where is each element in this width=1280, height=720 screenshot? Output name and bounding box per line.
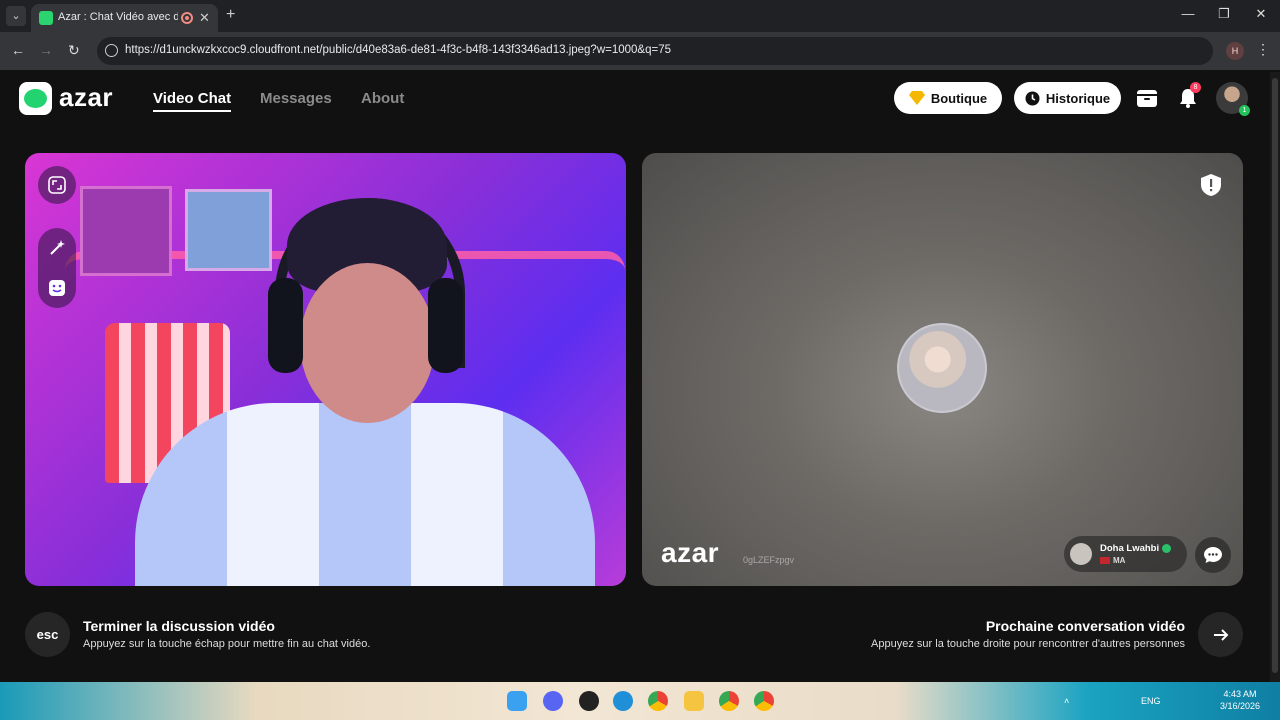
partner-info-chip[interactable]: Doha Lwahbi MA <box>1064 536 1187 572</box>
azar-logo-text[interactable]: azar <box>59 82 113 113</box>
back-icon[interactable]: ← <box>11 42 25 58</box>
avatar-badge: 1 <box>1239 105 1250 116</box>
partner-name: Doha Lwahbi <box>1100 543 1160 554</box>
expand-button[interactable] <box>38 166 76 204</box>
partner-video: azar 0gLZEFzpgv Doha Lwahbi MA <box>642 153 1243 586</box>
next-chat-subtitle: Appuyez sur la touche droite pour rencon… <box>871 638 1185 650</box>
end-chat-button[interactable]: esc <box>25 612 70 657</box>
windows-start-icon[interactable] <box>507 691 527 711</box>
wall-frame <box>185 189 272 271</box>
inbox-icon[interactable] <box>1135 86 1159 110</box>
azar-app: azar Video Chat Messages About Boutique … <box>0 70 1280 682</box>
clock-icon <box>1025 91 1040 105</box>
chrome-icon[interactable] <box>648 691 668 711</box>
person-face <box>300 263 435 423</box>
site-info-icon[interactable] <box>105 44 118 57</box>
verified-icon <box>1162 543 1172 553</box>
partner-avatar <box>1070 543 1092 565</box>
discord-icon[interactable] <box>543 691 563 711</box>
partner-country: MA <box>1113 556 1126 565</box>
windows-taskbar: ˄ ENG 4:43 AM 3/16/2026 <box>0 682 1280 720</box>
partner-name-row: Doha Lwahbi <box>1100 543 1172 554</box>
wall-frame <box>80 186 172 276</box>
end-chat-subtitle: Appuyez sur la touche échap pour mettre … <box>83 638 371 650</box>
self-video <box>25 153 626 586</box>
historique-button[interactable]: Historique <box>1014 82 1121 114</box>
new-tab-plus-icon[interactable]: + <box>226 6 235 24</box>
headphone-cup <box>428 278 463 373</box>
azar-favicon-icon <box>39 11 53 25</box>
flag-icon <box>1100 557 1110 565</box>
file-explorer-icon[interactable] <box>684 691 704 711</box>
browser-tab-bar: ⌄ Azar : Chat Vidéo avec de n ✕ + — ❐ ✕ <box>0 0 1280 32</box>
window-minimize-icon[interactable]: — <box>1178 6 1198 21</box>
notification-badge: 8 <box>1190 82 1201 93</box>
historique-label: Historique <box>1045 90 1111 106</box>
expand-icon <box>48 176 66 194</box>
azar-logo-icon[interactable] <box>19 82 52 115</box>
forward-icon[interactable]: → <box>39 42 53 58</box>
reload-icon[interactable]: ↻ <box>68 42 80 59</box>
logo-bubble <box>24 89 47 108</box>
effects-toolbar <box>38 228 76 308</box>
next-chat-title: Prochaine conversation vidéo <box>985 618 1185 634</box>
nav-about[interactable]: About <box>361 90 404 107</box>
chat-button[interactable] <box>1195 537 1231 573</box>
face-filter-icon[interactable] <box>48 279 66 297</box>
tab-search-chevron-down-icon[interactable]: ⌄ <box>6 6 26 26</box>
partner-profile-photo <box>897 323 987 413</box>
chrome-active-icon[interactable] <box>754 691 774 711</box>
browser-menu-icon[interactable]: ⋮ <box>1256 41 1270 58</box>
next-chat-button[interactable] <box>1198 612 1243 657</box>
partner-country-row: MA <box>1100 556 1125 565</box>
chat-bubble-icon <box>1204 547 1222 563</box>
obs-icon[interactable] <box>579 691 599 711</box>
magic-wand-icon[interactable] <box>48 239 66 257</box>
tray-chevron-icon[interactable]: ˄ <box>1064 696 1069 706</box>
nav-messages[interactable]: Messages <box>260 90 332 107</box>
clock-time: 4:43 AM <box>1223 689 1257 699</box>
url-text[interactable]: https://d1unckwzkxcoc9.cloudfront.net/pu… <box>125 44 671 56</box>
scrollbar-thumb[interactable] <box>1272 78 1278 673</box>
chrome-profile-icon[interactable] <box>719 691 739 711</box>
end-chat-title: Terminer la discussion vidéo <box>83 618 275 634</box>
user-avatar[interactable]: 1 <box>1216 82 1250 116</box>
recording-icon <box>181 12 193 24</box>
url-input[interactable]: https://d1unckwzkxcoc9.cloudfront.net/pu… <box>97 37 1213 65</box>
address-bar: ← → ↻ https://d1unckwzkxcoc9.cloudfront.… <box>0 32 1280 70</box>
page-scrollbar[interactable] <box>1270 72 1280 682</box>
azar-watermark: azar <box>661 537 720 568</box>
edge-icon[interactable] <box>613 691 633 711</box>
clock-date: 3/16/2026 <box>1220 701 1261 711</box>
tab-title: Azar : Chat Vidéo avec de n <box>58 11 178 23</box>
arrow-right-icon <box>1213 628 1228 641</box>
notification-button[interactable]: 8 <box>1176 82 1201 110</box>
tab-close-icon[interactable]: ✕ <box>199 10 210 26</box>
boutique-label: Boutique <box>930 90 988 106</box>
boutique-button[interactable]: Boutique <box>894 82 1002 114</box>
browser-tab[interactable]: Azar : Chat Vidéo avec de n ✕ <box>31 4 218 32</box>
report-shield-icon[interactable] <box>1200 173 1222 197</box>
gem-icon <box>908 91 925 105</box>
window-close-icon[interactable]: ✕ <box>1251 6 1271 22</box>
headphone-cup <box>268 278 303 373</box>
language-indicator[interactable]: ENG <box>1141 696 1161 706</box>
system-clock[interactable]: 4:43 AM 3/16/2026 <box>1220 688 1260 712</box>
person-shirt <box>135 403 595 586</box>
nav-video-chat[interactable]: Video Chat <box>153 90 232 112</box>
window-restore-icon[interactable]: ❐ <box>1214 6 1234 22</box>
session-id: 0gLZEFzpgv <box>743 555 795 565</box>
profile-avatar[interactable]: H <box>1226 42 1244 60</box>
